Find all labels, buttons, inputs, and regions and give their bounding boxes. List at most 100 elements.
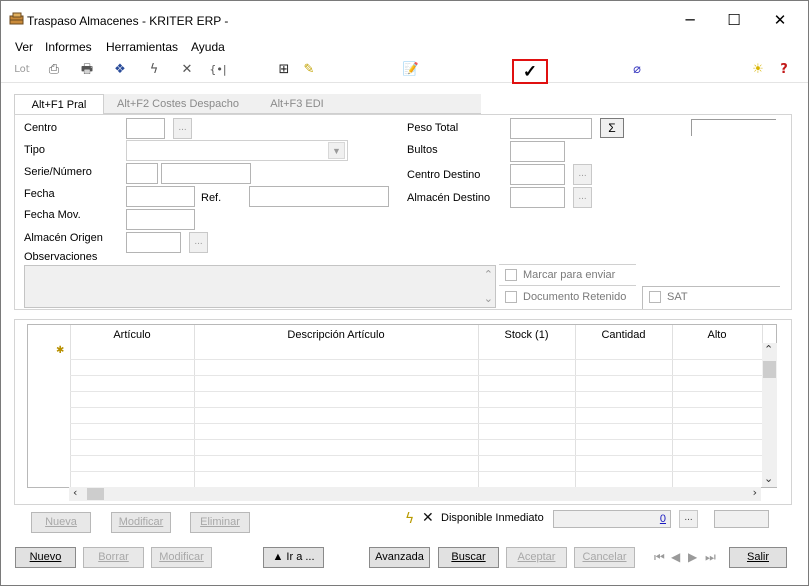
peso-extra-field[interactable] [691,119,776,136]
scroll-up-icon[interactable]: ⌃ [764,343,773,356]
eliminar-line-label: Eliminar [200,516,240,528]
fecha-field[interactable] [126,186,195,207]
preview-icon[interactable]: ⎙ [45,61,63,79]
disponible-extra-field [714,510,769,528]
modificar-line-button[interactable]: Modificar [111,512,171,533]
scroll-down-icon[interactable]: ⌄ [484,292,493,305]
fecha-mov-label: Fecha Mov. [24,209,81,221]
last-record-icon[interactable]: ⏭ [705,550,716,565]
bultos-field[interactable] [510,141,565,162]
peso-total-field[interactable] [510,118,592,139]
buscar-button[interactable]: Buscar [438,547,499,568]
menu-herramientas[interactable]: Herramientas [106,40,178,54]
minimize-button[interactable]: ─ [667,7,713,33]
modificar-button[interactable]: Modificar [151,547,212,568]
ref-label: Ref. [201,192,222,204]
almacen-origen-field[interactable] [126,232,181,253]
lines-grid[interactable]: Artículo Descripción Artículo Stock (1) … [27,324,777,488]
almacen-origen-lookup-button[interactable]: ... [189,232,208,253]
lightning-icon[interactable]: ϟ [145,61,163,79]
scroll-up-icon[interactable]: ⌃ [484,268,493,281]
divider [499,264,636,265]
ref-field[interactable] [249,186,389,207]
eliminar-line-button[interactable]: Eliminar [190,512,250,533]
help-icon[interactable]: ? [775,61,793,79]
grid-icon[interactable]: ⊞ [275,61,293,79]
checkmark-icon[interactable]: ✓ [512,59,548,84]
centro-field[interactable] [126,118,165,139]
scroll-right-icon[interactable]: › [753,486,757,499]
column-header-descripcion[interactable]: Descripción Artículo [194,329,478,341]
avanzada-button[interactable]: Avanzada [369,547,430,568]
edit-document-icon[interactable]: 📝 [402,61,420,79]
menu-informes[interactable]: Informes [45,40,92,54]
column-header-cantidad[interactable]: Cantidad [575,329,672,341]
print-icon[interactable]: 🖶 [78,61,96,79]
menu-ayuda[interactable]: Ayuda [191,40,225,54]
tipo-label: Tipo [24,144,45,156]
documento-retenido-checkbox[interactable] [505,291,517,303]
centro-destino-label: Centro Destino [407,169,481,181]
paperclip-icon[interactable]: ⌀ [628,61,646,79]
next-record-icon[interactable]: ▶ [688,550,697,564]
maximize-button[interactable]: ☐ [711,7,757,33]
almacen-destino-field[interactable] [510,187,565,208]
lightning-icon[interactable]: ϟ [405,511,414,527]
lot-button[interactable]: Lot [13,61,31,79]
row-divider [70,359,763,360]
cut-icon[interactable]: ✕ [178,61,196,79]
tab-costes-despacho[interactable]: Alt+F2 Costes Despacho [108,94,248,114]
scroll-thumb[interactable] [87,488,104,500]
column-header-stock[interactable]: Stock (1) [478,329,575,341]
tab-pral[interactable]: Alt+F1 Pral [14,94,104,115]
horizontal-scrollbar[interactable]: ‹ › [69,486,761,501]
pencil-icon[interactable]: ✎ [300,61,318,79]
sum-button[interactable]: Σ [600,118,624,138]
sat-checkbox[interactable] [649,291,661,303]
borrar-label: Borrar [98,551,129,563]
numero-field[interactable] [161,163,251,184]
vertical-scrollbar[interactable]: ⌃ ⌄ [762,343,777,487]
disponible-lookup-button[interactable]: ... [679,510,698,528]
row-divider [70,391,763,392]
menu-ver[interactable]: Ver [15,40,33,54]
scroll-left-icon[interactable]: ‹ [73,486,77,499]
serie-numero-label: Serie/Número [24,166,92,178]
tab-edi[interactable]: Alt+F3 EDI [256,94,338,114]
cancelar-button[interactable]: Cancelar [574,547,635,568]
nueva-line-button[interactable]: Nueva [31,512,91,533]
scroll-thumb[interactable] [763,361,776,378]
tipo-select[interactable]: ▼ [126,140,348,161]
column-header-alto[interactable]: Alto [672,329,762,341]
cut-icon[interactable]: ✕ [422,510,434,526]
close-button[interactable]: ✕ [757,7,803,33]
serie-field[interactable] [126,163,158,184]
nuevo-button[interactable]: Nuevo [15,547,76,568]
peso-total-label: Peso Total [407,122,459,134]
split-icon[interactable]: {•| [207,61,229,79]
column-header-articulo[interactable]: Artículo [70,329,194,341]
centro-lookup-button[interactable]: ... [173,118,192,139]
centro-destino-lookup-button[interactable]: ... [573,164,592,185]
centro-destino-field[interactable] [510,164,565,185]
previous-record-icon[interactable]: ◀ [671,550,680,564]
almacen-destino-label: Almacén Destino [407,192,491,204]
marcar-para-enviar-checkbox[interactable] [505,269,517,281]
lightbulb-icon[interactable]: ☀ [749,61,767,79]
row-divider [70,471,763,472]
ir-a-button[interactable]: ▲ Ir a ... [263,547,324,568]
window-title: Traspaso Almacenes - KRITER ERP - [27,14,229,28]
scroll-down-icon[interactable]: ⌄ [764,472,773,485]
observaciones-textarea[interactable]: ⌃ ⌄ [24,265,496,308]
chevron-down-icon[interactable]: ▼ [328,142,345,159]
salir-button[interactable]: Salir [729,547,787,568]
aceptar-button[interactable]: Aceptar [506,547,567,568]
borrar-button[interactable]: Borrar [83,547,144,568]
almacen-destino-lookup-button[interactable]: ... [573,187,592,208]
row-divider [70,455,763,456]
row-divider [70,375,763,376]
first-record-icon[interactable]: ⏮ [654,550,665,565]
toolbar: Lot ⎙ 🖶 ❖ ϟ ✕ {•| ⊞ ✎ 📝 ✓ ⌀ ☀ ? [1,57,808,84]
fecha-mov-field[interactable] [126,209,195,230]
stack-icon[interactable]: ❖ [111,61,129,79]
